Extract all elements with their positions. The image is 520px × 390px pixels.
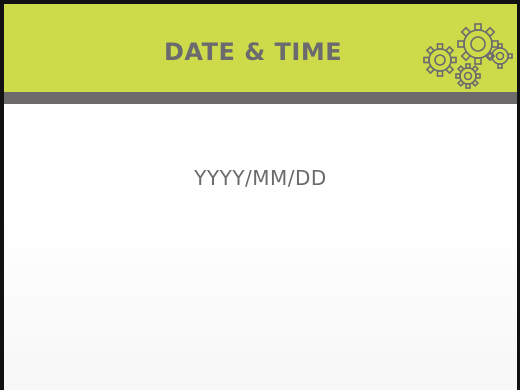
header: DATE & TIME	[4, 4, 517, 92]
gear-left-icon	[423, 43, 457, 77]
header-divider	[4, 92, 517, 104]
screen-frame: DATE & TIME YYYY/MM/DD	[0, 0, 520, 390]
page-title: DATE & TIME	[164, 38, 343, 66]
date-format-label[interactable]: YYYY/MM/DD	[4, 166, 517, 190]
gear-bottom-icon	[455, 63, 481, 89]
gears-icon	[423, 23, 513, 89]
